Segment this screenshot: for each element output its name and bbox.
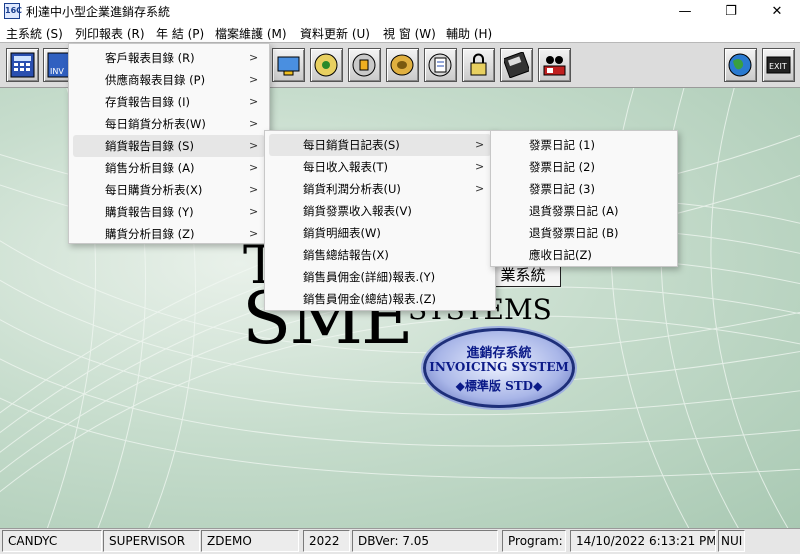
invoicing-system-badge: 進銷存系統 INVOICING SYSTEM ◆標準版 STD◆ (423, 328, 575, 408)
globe-icon (728, 53, 752, 77)
chevron-right-icon: > (249, 161, 259, 174)
chevron-right-icon: > (249, 95, 259, 108)
menu-item-sales-summary[interactable]: 銷售總結報告(X) (269, 244, 491, 266)
menu-item-daily-purchase-analysis[interactable]: 每日購貨分析表(X) > (73, 179, 265, 201)
menu-item-invoice-journal-2[interactable]: 發票日記 (2) (495, 156, 673, 178)
status-user: CANDYC (2, 530, 102, 552)
svg-text:EXIT: EXIT (769, 62, 787, 71)
badge-line-1: 進銷存系統 (466, 346, 532, 361)
menu-bar: 主系統 (S) 列印報表 (R) 年 結 (P) 檔案維護 (M) 資料更新 (… (0, 22, 800, 42)
menu-item-commission-summary[interactable]: 銷售員佣金(總結)報表.(Z) (269, 288, 491, 310)
menu-item-invoice-journal-3[interactable]: 發票日記 (3) (495, 178, 673, 200)
chevron-right-icon: > (249, 139, 259, 152)
toolbar-cd-button[interactable] (348, 48, 381, 82)
toolbar-users-button[interactable] (538, 48, 571, 82)
status-bar: CANDYC SUPERVISOR ZDEMO 2022 DBVer: 7.05… (0, 528, 800, 554)
toolbar-floppy-button[interactable] (500, 48, 533, 82)
menu-data-update[interactable]: 資料更新 (U) (300, 25, 370, 42)
monitor-icon (277, 56, 300, 76)
floppy-icon (504, 52, 529, 78)
chevron-right-icon: > (249, 227, 259, 240)
reports-menu: 客戶報表目錄 (R) > 供應商報表目錄 (P) > 存貨報告目錄 (I) > 每日銷… (68, 43, 270, 244)
toolbar-database-button[interactable] (386, 48, 419, 82)
menu-year-end[interactable]: 年 結 (P) (156, 25, 204, 42)
badge-line-2: INVOICING SYSTEM (429, 360, 569, 374)
chevron-right-icon: > (249, 73, 259, 86)
status-db-version: DBVer: 7.05 (352, 530, 498, 552)
menu-item-daily-sales-analysis[interactable]: 每日銷貨分析表(W) > (73, 113, 265, 135)
menu-item-return-invoice-b[interactable]: 退貨發票日記 (B) (495, 222, 673, 244)
menu-item-commission-detail[interactable]: 銷售員佣金(詳細)報表.(Y) (269, 266, 491, 288)
status-datetime: 14/10/2022 6:13:21 PM (570, 530, 716, 552)
calculator-icon (10, 52, 35, 78)
chevron-right-icon: > (475, 160, 485, 173)
chevron-right-icon: > (475, 138, 485, 151)
badge-line-3: ◆標準版 STD◆ (455, 379, 543, 393)
disc-icon (314, 53, 338, 77)
toolbar-report-button[interactable] (424, 48, 457, 82)
menu-print-reports[interactable]: 列印報表 (R) (75, 25, 145, 42)
menu-item-customer-reports[interactable]: 客戶報表目錄 (R) > (73, 47, 265, 69)
menu-item-invoice-journal-1[interactable]: 發票日記 (1) (495, 134, 673, 156)
window-title: 利達中小型企業進銷存系統 (26, 5, 171, 19)
menu-item-sales-analysis[interactable]: 銷售分析目錄 (A) > (73, 157, 265, 179)
exit-icon: EXIT (766, 56, 791, 74)
chevron-right-icon: > (249, 205, 259, 218)
daily-sales-journal-menu: 發票日記 (1) 發票日記 (2) 發票日記 (3) 退貨發票日記 (A) 退貨… (490, 130, 678, 267)
close-button[interactable]: ✕ (754, 0, 800, 22)
menu-item-sales-profit-analysis[interactable]: 銷貨利潤分析表(U) > (269, 178, 491, 200)
database-icon (390, 54, 414, 76)
sales-reports-menu: 每日銷貨日記表(S) > 每日收入報表(T) > 銷貨利潤分析表(U) > 銷貨發票收… (264, 130, 496, 311)
users-icon (543, 56, 566, 76)
cd-icon (352, 53, 376, 77)
menu-file-maintenance[interactable]: 檔案維護 (M) (215, 25, 287, 42)
chevron-right-icon: > (249, 117, 259, 130)
menu-item-sales-reports[interactable]: 銷貨報告目錄 (S) > (73, 135, 265, 157)
toolbar-exit-button[interactable]: EXIT (762, 48, 795, 82)
app-icon[interactable]: 16C (4, 3, 22, 19)
chevron-right-icon: > (475, 182, 485, 195)
status-year: 2022 (303, 530, 350, 552)
menu-main-system[interactable]: 主系統 (S) (6, 25, 63, 42)
toolbar-disk-button[interactable] (310, 48, 343, 82)
status-company: ZDEMO (201, 530, 299, 552)
toolbar-globe-button[interactable] (724, 48, 757, 82)
menu-item-inventory-reports[interactable]: 存貨報告目錄 (I) > (73, 91, 265, 113)
status-program: Program: (502, 530, 566, 552)
report-icon (428, 53, 452, 77)
maximize-button[interactable]: ❐ (708, 0, 754, 22)
lock-icon (470, 53, 487, 76)
status-mode: NUI (718, 530, 745, 552)
menu-item-sales-detail[interactable]: 銷貨明細表(W) (269, 222, 491, 244)
chevron-right-icon: > (249, 51, 259, 64)
menu-item-daily-income-report[interactable]: 每日收入報表(T) > (269, 156, 491, 178)
menu-item-receivable-journal[interactable]: 應收日記(Z) (495, 244, 673, 266)
toolbar-calculator-button[interactable] (6, 48, 39, 82)
menu-item-purchase-reports[interactable]: 購貨報告目錄 (Y) > (73, 201, 265, 223)
menu-item-daily-sales-journal[interactable]: 每日銷貨日記表(S) > (269, 134, 491, 156)
menu-item-purchase-analysis[interactable]: 購貨分析目錄 (Z) > (73, 223, 265, 245)
svg-text:INV: INV (50, 67, 64, 76)
toolbar-screen-button[interactable] (272, 48, 305, 82)
menu-item-sales-invoice-income[interactable]: 銷貨發票收入報表(V) (269, 200, 491, 222)
menu-item-supplier-reports[interactable]: 供應商報表目錄 (P) > (73, 69, 265, 91)
menu-help[interactable]: 輔助 (H) (446, 25, 492, 42)
menu-window[interactable]: 視 窗 (W) (383, 25, 436, 42)
menu-item-return-invoice-a[interactable]: 退貨發票日記 (A) (495, 200, 673, 222)
minimize-button[interactable]: — (662, 0, 708, 22)
toolbar-lock-button[interactable] (462, 48, 495, 82)
title-bar: 16C 利達中小型企業進銷存系統 — ❐ ✕ (0, 0, 800, 22)
chevron-right-icon: > (249, 183, 259, 196)
status-role: SUPERVISOR (103, 530, 200, 552)
